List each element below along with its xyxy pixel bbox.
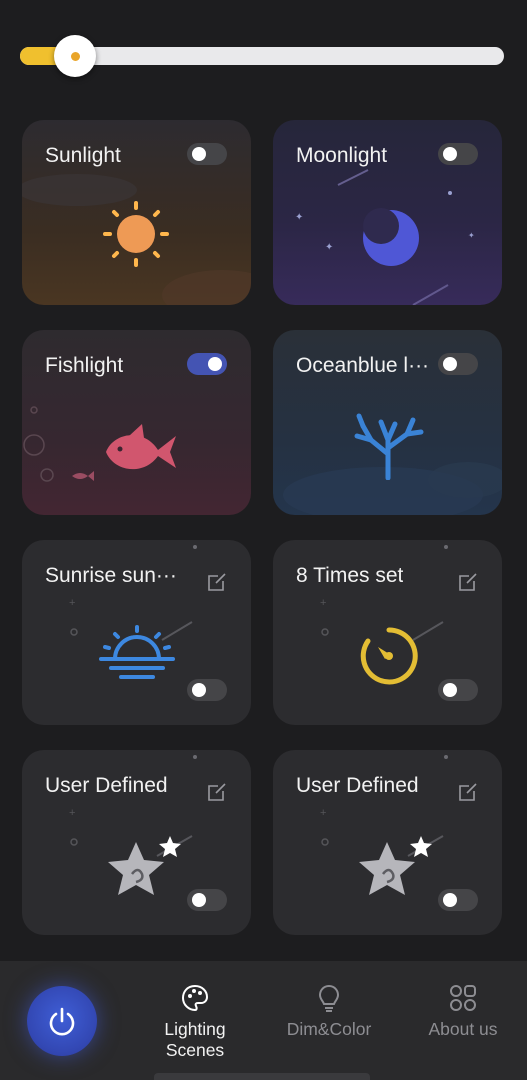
nav-label: Dim&Color [286, 1019, 372, 1039]
card-title: Sunlight [45, 144, 121, 167]
scene-card-user-defined-2[interactable]: + User Defined [273, 750, 502, 935]
scene-toggle[interactable] [187, 353, 227, 375]
grid-icon [450, 985, 476, 1011]
moon-icon [363, 208, 419, 266]
card-title: Moonlight [296, 144, 388, 167]
card-title: User Defined [296, 774, 419, 797]
edit-icon[interactable] [207, 782, 227, 802]
nav-label: Lighting [164, 1019, 226, 1039]
coral-icon [354, 413, 424, 480]
scene-toggle[interactable] [438, 679, 478, 701]
slider-thumb-dot [70, 51, 80, 61]
edit-icon[interactable] [458, 572, 478, 592]
scene-card-oceanblue[interactable]: Oceanblue l··· [273, 330, 502, 515]
card-title: User Defined [45, 774, 168, 797]
nav-label: About us [428, 1019, 498, 1039]
svg-text:✦: ✦ [468, 231, 475, 240]
nav-label: Scenes [165, 1040, 225, 1060]
palette-icon [181, 984, 209, 1012]
edit-icon[interactable] [207, 572, 227, 592]
svg-text:+: + [69, 807, 75, 819]
brightness-slider[interactable] [20, 35, 504, 77]
scene-toggle[interactable] [187, 679, 227, 701]
bulb-icon [318, 984, 340, 1012]
star-icon [359, 836, 432, 895]
sun-icon [103, 201, 169, 267]
scene-card-sunrise-sunset[interactable]: + Sunrise sun··· [22, 540, 251, 725]
bottom-nav-bar: Lighting Scenes Dim&Color About us [0, 961, 527, 1080]
svg-text:✦: ✦ [325, 242, 333, 253]
scene-card-fishlight[interactable]: Fishlight [22, 330, 251, 515]
svg-text:+: + [69, 597, 75, 609]
svg-text:✦: ✦ [295, 212, 303, 223]
slider-thumb[interactable] [54, 35, 96, 77]
scene-card-moonlight[interactable]: ✦ ✦ ✦ Moonlight [273, 120, 502, 305]
timer-icon [360, 627, 418, 685]
nav-dim-color[interactable]: Dim&Color [274, 983, 384, 1040]
sunrise-icon [99, 625, 175, 679]
scene-toggle[interactable] [187, 889, 227, 911]
card-title: Fishlight [45, 354, 124, 377]
svg-text:+: + [320, 807, 326, 819]
scene-card-8-times-set[interactable]: + 8 Times set [273, 540, 502, 725]
scene-card-sunlight[interactable]: Sunlight [22, 120, 251, 305]
power-button[interactable] [27, 986, 97, 1056]
nav-about-us[interactable]: About us [408, 983, 518, 1040]
card-title: Oceanblue l··· [296, 354, 430, 377]
edit-icon[interactable] [458, 782, 478, 802]
scene-toggle[interactable] [187, 143, 227, 165]
nav-lighting-scenes[interactable]: Lighting Scenes [140, 983, 250, 1061]
svg-text:+: + [320, 597, 326, 609]
card-title: Sunrise sun··· [45, 564, 177, 587]
scene-card-user-defined-1[interactable]: + User Defined [22, 750, 251, 935]
home-indicator [154, 1073, 370, 1080]
scene-toggle[interactable] [438, 353, 478, 375]
scene-toggle[interactable] [438, 889, 478, 911]
card-title: 8 Times set [296, 564, 404, 587]
fish-icon [106, 424, 176, 470]
scene-toggle[interactable] [438, 143, 478, 165]
star-icon [108, 836, 181, 895]
power-icon [49, 1007, 75, 1036]
